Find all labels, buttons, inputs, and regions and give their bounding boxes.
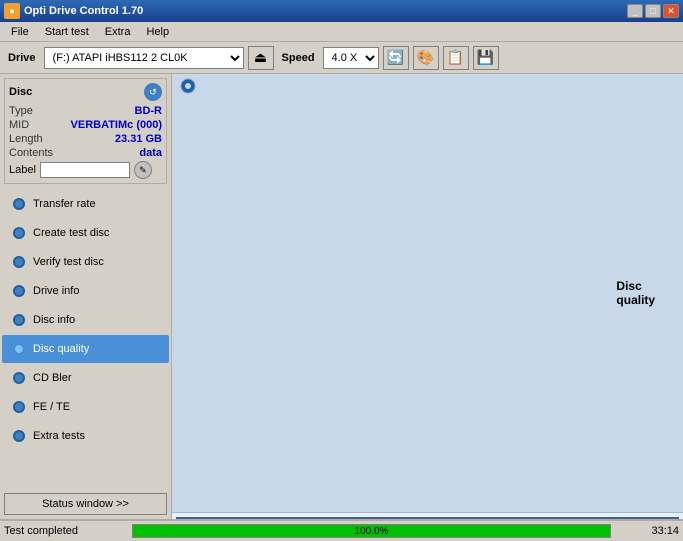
menu-start-test[interactable]: Start test — [38, 23, 96, 41]
menubar: File Start test Extra Help — [0, 22, 683, 42]
speed-select[interactable]: 4.0 X — [323, 47, 379, 69]
disc-mid-label: MID — [9, 119, 29, 131]
speed-label: Speed — [278, 52, 319, 64]
sidebar-item-label-cd-bler: CD Bler — [33, 372, 72, 384]
sidebar-item-label-drive-info: Drive info — [33, 285, 79, 297]
disc-header-label: Disc — [9, 86, 32, 98]
palette-button[interactable]: 🎨 — [413, 46, 439, 70]
disc-label-row: Label ✎ — [9, 161, 162, 179]
disc-contents-value: data — [139, 147, 162, 159]
speed-select-wrapper[interactable]: 4.0 X — [323, 47, 379, 69]
toolbar: Drive (F:) ATAPI iHBS112 2 CL0K ⏏ Speed … — [0, 42, 683, 74]
sidebar: Disc ↺ Type BD-R MID VERBATIMc (000) Len… — [0, 74, 172, 519]
sidebar-item-label-disc-quality: Disc quality — [33, 343, 89, 355]
fe-te-icon — [11, 399, 27, 415]
status-text: Test completed — [4, 525, 124, 537]
statusbar: Test completed 100.0% 33:14 — [0, 519, 683, 541]
cd-bler-icon — [11, 370, 27, 386]
disc-label-label: Label — [9, 164, 36, 176]
content-title: Disc quality — [616, 279, 675, 307]
sidebar-nav: Transfer rate Create test disc Verify te… — [0, 188, 171, 489]
sidebar-item-disc-quality[interactable]: Disc quality — [2, 335, 169, 363]
disc-mid-value: VERBATIMc (000) — [71, 119, 162, 131]
disc-quality-header-icon — [180, 78, 610, 508]
disc-label-input[interactable] — [40, 162, 130, 178]
disc-quality-icon — [11, 341, 27, 357]
content-header: Disc quality — [172, 74, 683, 513]
content-area: Disc quality LDC Read speed Write s — [172, 74, 683, 519]
disc-type-value: BD-R — [135, 105, 163, 117]
disc-length-row: Length 23.31 GB — [9, 133, 162, 145]
disc-length-label: Length — [9, 133, 43, 145]
disc-length-value: 23.31 GB — [115, 133, 162, 145]
sidebar-item-label-fe-te: FE / TE — [33, 401, 70, 413]
disc-info-icon — [11, 312, 27, 328]
disc-refresh-icon[interactable]: ↺ — [144, 83, 162, 101]
extra-tests-icon — [11, 428, 27, 444]
transfer-rate-icon — [11, 196, 27, 212]
disc-contents-row: Contents data — [9, 147, 162, 159]
minimize-button[interactable]: _ — [627, 4, 643, 18]
create-test-disc-icon — [11, 225, 27, 241]
disc-header: Disc ↺ — [9, 83, 162, 101]
disc-mid-row: MID VERBATIMc (000) — [9, 119, 162, 131]
main-layout: Disc ↺ Type BD-R MID VERBATIMc (000) Len… — [0, 74, 683, 519]
drive-select[interactable]: (F:) ATAPI iHBS112 2 CL0K — [44, 47, 244, 69]
refresh-button[interactable]: 🔄 — [383, 46, 409, 70]
menu-file[interactable]: File — [4, 23, 36, 41]
label-edit-icon[interactable]: ✎ — [134, 161, 152, 179]
disc-contents-label: Contents — [9, 147, 53, 159]
sidebar-item-drive-info[interactable]: Drive info — [2, 277, 169, 305]
progress-container: 100.0% — [132, 524, 611, 538]
drive-select-wrapper[interactable]: (F:) ATAPI iHBS112 2 CL0K — [44, 47, 244, 69]
disc-type-label: Type — [9, 105, 33, 117]
window-controls: _ □ ✕ — [627, 4, 679, 18]
close-button[interactable]: ✕ — [663, 4, 679, 18]
chart-1-y-axis-left: 500 400 300 200 100 0.0 — [177, 518, 207, 519]
status-window-button[interactable]: Status window >> — [4, 493, 167, 515]
eject-button[interactable]: ⏏ — [248, 46, 274, 70]
sidebar-item-cd-bler[interactable]: CD Bler — [2, 364, 169, 392]
sidebar-item-label-create-test-disc: Create test disc — [33, 227, 109, 239]
sidebar-item-disc-info[interactable]: Disc info — [2, 306, 169, 334]
sidebar-item-fe-te[interactable]: FE / TE — [2, 393, 169, 421]
verify-test-disc-icon — [11, 254, 27, 270]
maximize-button[interactable]: □ — [645, 4, 661, 18]
sidebar-item-label-transfer-rate: Transfer rate — [33, 198, 96, 210]
sidebar-item-transfer-rate[interactable]: Transfer rate — [2, 190, 169, 218]
progress-label: 100.0% — [133, 525, 610, 537]
sidebar-item-verify-test-disc[interactable]: Verify test disc — [2, 248, 169, 276]
drive-info-icon — [11, 283, 27, 299]
sidebar-item-create-test-disc[interactable]: Create test disc — [2, 219, 169, 247]
menu-help[interactable]: Help — [139, 23, 176, 41]
drive-label: Drive — [4, 52, 40, 64]
charts-container: LDC Read speed Write speed 500 400 300 — [172, 513, 683, 519]
disc-panel: Disc ↺ Type BD-R MID VERBATIMc (000) Len… — [4, 78, 167, 184]
sidebar-item-label-disc-info: Disc info — [33, 314, 75, 326]
time-text: 33:14 — [619, 525, 679, 537]
save-button[interactable]: 💾 — [473, 46, 499, 70]
sidebar-item-label-verify-test-disc: Verify test disc — [33, 256, 104, 268]
disc-type-row: Type BD-R — [9, 105, 162, 117]
chart-1-y-axis-right: 18 X 16 X 14 X 12 X 10 X 8 X 6 X 4 X 2 X — [648, 518, 678, 519]
titlebar: ● Opti Drive Control 1.70 _ □ ✕ — [0, 0, 683, 22]
copy-button[interactable]: 📋 — [443, 46, 469, 70]
app-icon: ● — [4, 3, 20, 19]
sidebar-item-extra-tests[interactable]: Extra tests — [2, 422, 169, 450]
chart-1: LDC Read speed Write speed 500 400 300 — [176, 517, 679, 519]
chart-1-x-axis: 0.0 2.5 5.0 7.5 10.0 12.5 15.0 17.5 20.0… — [207, 517, 648, 518]
menu-extra[interactable]: Extra — [98, 23, 138, 41]
sidebar-item-label-extra-tests: Extra tests — [33, 430, 85, 442]
app-title: Opti Drive Control 1.70 — [24, 5, 623, 17]
